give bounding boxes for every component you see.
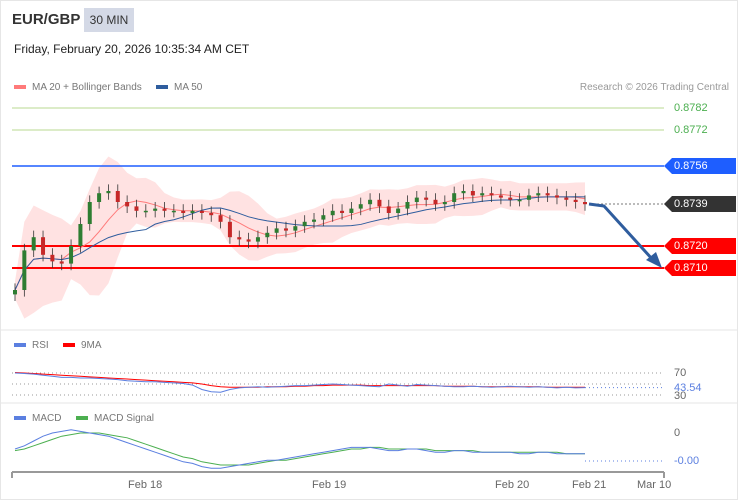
chart-widget: EUR/GBP 30 MIN Friday, February 20, 2026…: [0, 0, 738, 500]
candle: [554, 195, 559, 198]
candle: [125, 202, 130, 207]
candle: [489, 193, 494, 196]
candle: [358, 204, 363, 209]
legend-rsi-ma-label: 9MA: [81, 340, 102, 351]
candle: [470, 191, 475, 196]
rsi-ma-swatch: [63, 343, 75, 348]
candle: [498, 195, 503, 198]
legend-macd-signal: MACD Signal: [76, 413, 154, 424]
candle: [433, 199, 438, 205]
candle: [545, 193, 550, 196]
candle: [218, 215, 223, 222]
rsi-70-label: 70: [674, 367, 687, 379]
candle: [50, 254, 55, 262]
candle: [106, 191, 111, 194]
target-label-2: 0.8772: [674, 124, 708, 136]
price-chart: [1, 107, 737, 478]
legend-macd-label: MACD: [32, 413, 62, 424]
candle: [573, 199, 578, 202]
candle: [162, 208, 167, 211]
candle: [227, 221, 232, 238]
candle: [349, 208, 354, 213]
macd-signal-line: [14, 432, 585, 466]
candle: [442, 202, 447, 205]
candle: [368, 199, 373, 205]
rsi-swatch: [14, 343, 26, 348]
candle: [583, 202, 587, 205]
candle: [480, 193, 485, 196]
candle: [312, 219, 317, 222]
candle: [386, 206, 391, 213]
candle: [564, 197, 569, 200]
candle: [405, 202, 410, 209]
candle: [209, 213, 214, 216]
candle: [302, 221, 307, 227]
rsi-ma-line: [14, 371, 585, 388]
candle: [78, 224, 83, 246]
candle: [134, 206, 139, 211]
candle: [31, 237, 36, 251]
legend-rsi-ma: 9MA: [63, 340, 102, 351]
candle: [536, 193, 541, 196]
support-label-2: 0.8710: [664, 260, 736, 276]
macd-signal-swatch: [76, 416, 88, 421]
candle: [69, 246, 74, 264]
x-tick: Feb 19: [312, 479, 347, 491]
macd-zero-label: 0: [674, 427, 681, 439]
candle: [59, 261, 64, 264]
candle: [181, 210, 186, 213]
rsi-line: [14, 372, 586, 393]
candle: [452, 193, 457, 202]
legend-macd: MACD: [14, 413, 61, 424]
bollinger-band: [15, 156, 585, 319]
x-tick: Feb 18: [128, 479, 163, 491]
candle: [22, 250, 27, 290]
candle: [461, 191, 466, 194]
legend-rsi: RSI: [14, 340, 49, 351]
support-label-1: 0.8720: [664, 238, 736, 254]
candle: [190, 210, 195, 213]
candle: [508, 197, 513, 200]
candle: [414, 197, 419, 202]
macd-value: -0.00: [674, 455, 700, 467]
candle: [237, 237, 242, 240]
rsi-value: 43.54: [674, 382, 702, 394]
candle: [199, 210, 204, 213]
x-tick: Feb 20: [495, 479, 530, 491]
resistance-label: 0.8756: [664, 158, 736, 174]
candle: [377, 199, 382, 207]
candle: [424, 197, 429, 200]
target-label-1: 0.8782: [674, 102, 708, 114]
candle: [265, 232, 270, 238]
x-tick: Mar 10: [637, 479, 672, 491]
candle: [340, 210, 345, 213]
x-tick: Feb 21: [572, 479, 607, 491]
candle: [293, 226, 298, 231]
candle: [246, 239, 251, 242]
macd-swatch: [14, 416, 26, 421]
candle: [143, 210, 148, 213]
candle: [255, 237, 260, 242]
candle: [283, 228, 288, 231]
candle: [13, 290, 17, 295]
candle: [396, 208, 401, 213]
candle: [330, 210, 335, 216]
candle: [115, 191, 120, 202]
legend-macd-signal-label: MACD Signal: [94, 413, 155, 424]
forecast-arrow: [588, 202, 655, 262]
legend-rsi-label: RSI: [32, 340, 49, 351]
candle: [97, 193, 102, 202]
candle: [274, 228, 279, 233]
candle: [526, 195, 531, 200]
last-price-label: 0.8739: [664, 196, 736, 212]
candle: [321, 215, 326, 220]
macd-line: [14, 429, 585, 469]
candle: [41, 237, 46, 255]
candle: [87, 202, 92, 224]
candle: [171, 210, 176, 213]
candle: [153, 208, 158, 211]
candle: [517, 199, 522, 202]
